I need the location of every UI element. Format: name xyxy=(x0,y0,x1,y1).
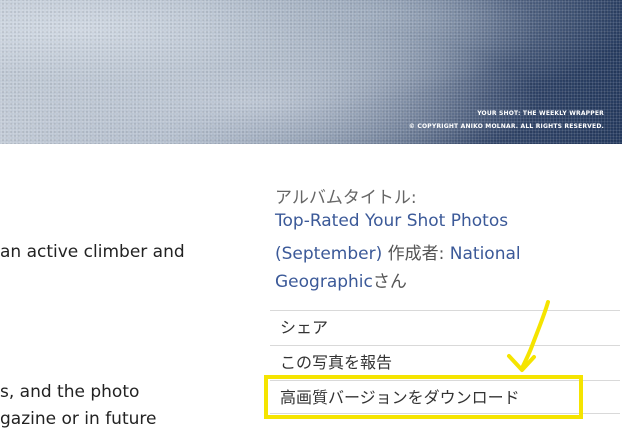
photo-image[interactable]: YOUR SHOT: THE WEEKLY WRAPPER © COPYRIGH… xyxy=(0,0,622,144)
photo-description-line: s, and the photo xyxy=(0,382,140,402)
photo-description-line: gazine or in future xyxy=(0,409,157,429)
report-photo-action[interactable]: この写真を報告 xyxy=(270,345,620,379)
creator-line: Geographicさん xyxy=(275,267,407,292)
photo-copyright: © COPYRIGHT ANIKO MOLNAR. ALL RIGHTS RES… xyxy=(408,123,604,130)
album-name-line: (September) 作成者: National xyxy=(275,239,521,264)
photo-viewer-page: YOUR SHOT: THE WEEKLY WRAPPER © COPYRIGH… xyxy=(0,0,640,432)
photo-credit-title: YOUR SHOT: THE WEEKLY WRAPPER xyxy=(477,110,604,117)
album-title-label: アルバムタイトル: xyxy=(275,188,417,208)
created-by-label: 作成者: xyxy=(382,244,450,264)
share-action[interactable]: シェア xyxy=(270,310,620,344)
creator-suffix: さん xyxy=(372,272,407,292)
album-link[interactable]: (September) xyxy=(275,244,382,264)
photo-description-line: an active climber and xyxy=(0,242,185,262)
download-hd-action[interactable]: 高画質バージョンをダウンロード xyxy=(270,380,620,414)
creator-link[interactable]: National xyxy=(450,244,521,264)
album-name-line: Top-Rated Your Shot Photos xyxy=(275,211,508,231)
album-link[interactable]: Top-Rated Your Shot Photos xyxy=(275,211,508,231)
creator-link[interactable]: Geographic xyxy=(275,272,373,292)
